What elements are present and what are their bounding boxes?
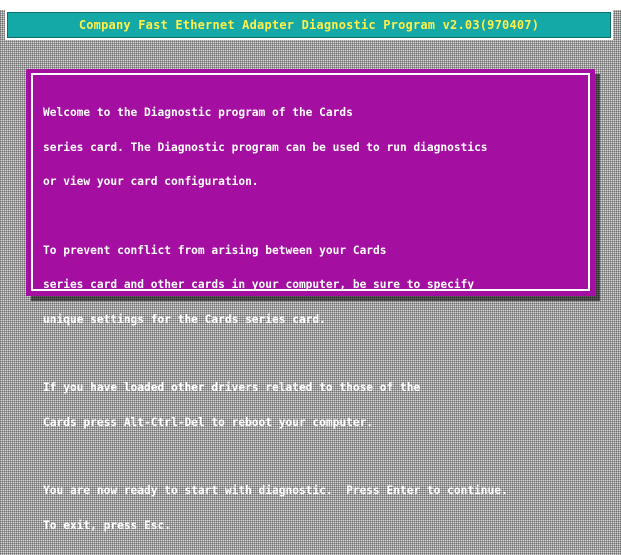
text-line: To prevent conflict from arising between… <box>43 243 387 257</box>
text-line: series card. The Diagnostic program can … <box>43 140 488 154</box>
text-line: series card and other cards in your comp… <box>43 278 475 291</box>
welcome-dialog: Welcome to the Diagnostic program of the… <box>26 69 595 531</box>
text-line: You are now ready to start with diagnost… <box>43 484 508 497</box>
welcome-dialog-frame: Welcome to the Diagnostic program of the… <box>31 73 590 531</box>
text-line: Cards press Alt-Ctrl-Del to reboot your … <box>43 415 374 429</box>
reboot-paragraph: If you have loaded other drivers related… <box>43 359 578 451</box>
title-bar: Company Fast Ethernet Adapter Diagnostic… <box>5 10 613 40</box>
text-line: unique settings for the Cards series car… <box>43 312 326 326</box>
welcome-paragraph: Welcome to the Diagnostic program of the… <box>43 84 578 211</box>
text-line: or view your card configuration. <box>43 175 259 188</box>
screen-top-edge <box>0 0 621 10</box>
conflict-paragraph: To prevent conflict from arising between… <box>43 222 578 349</box>
text-line: Welcome to the Diagnostic program of the… <box>43 106 353 119</box>
start-instructions-paragraph: You are now ready to start with diagnost… <box>43 462 578 554</box>
text-line: To exit, press Esc. <box>43 518 171 532</box>
program-title: Company Fast Ethernet Adapter Diagnostic… <box>78 18 540 32</box>
